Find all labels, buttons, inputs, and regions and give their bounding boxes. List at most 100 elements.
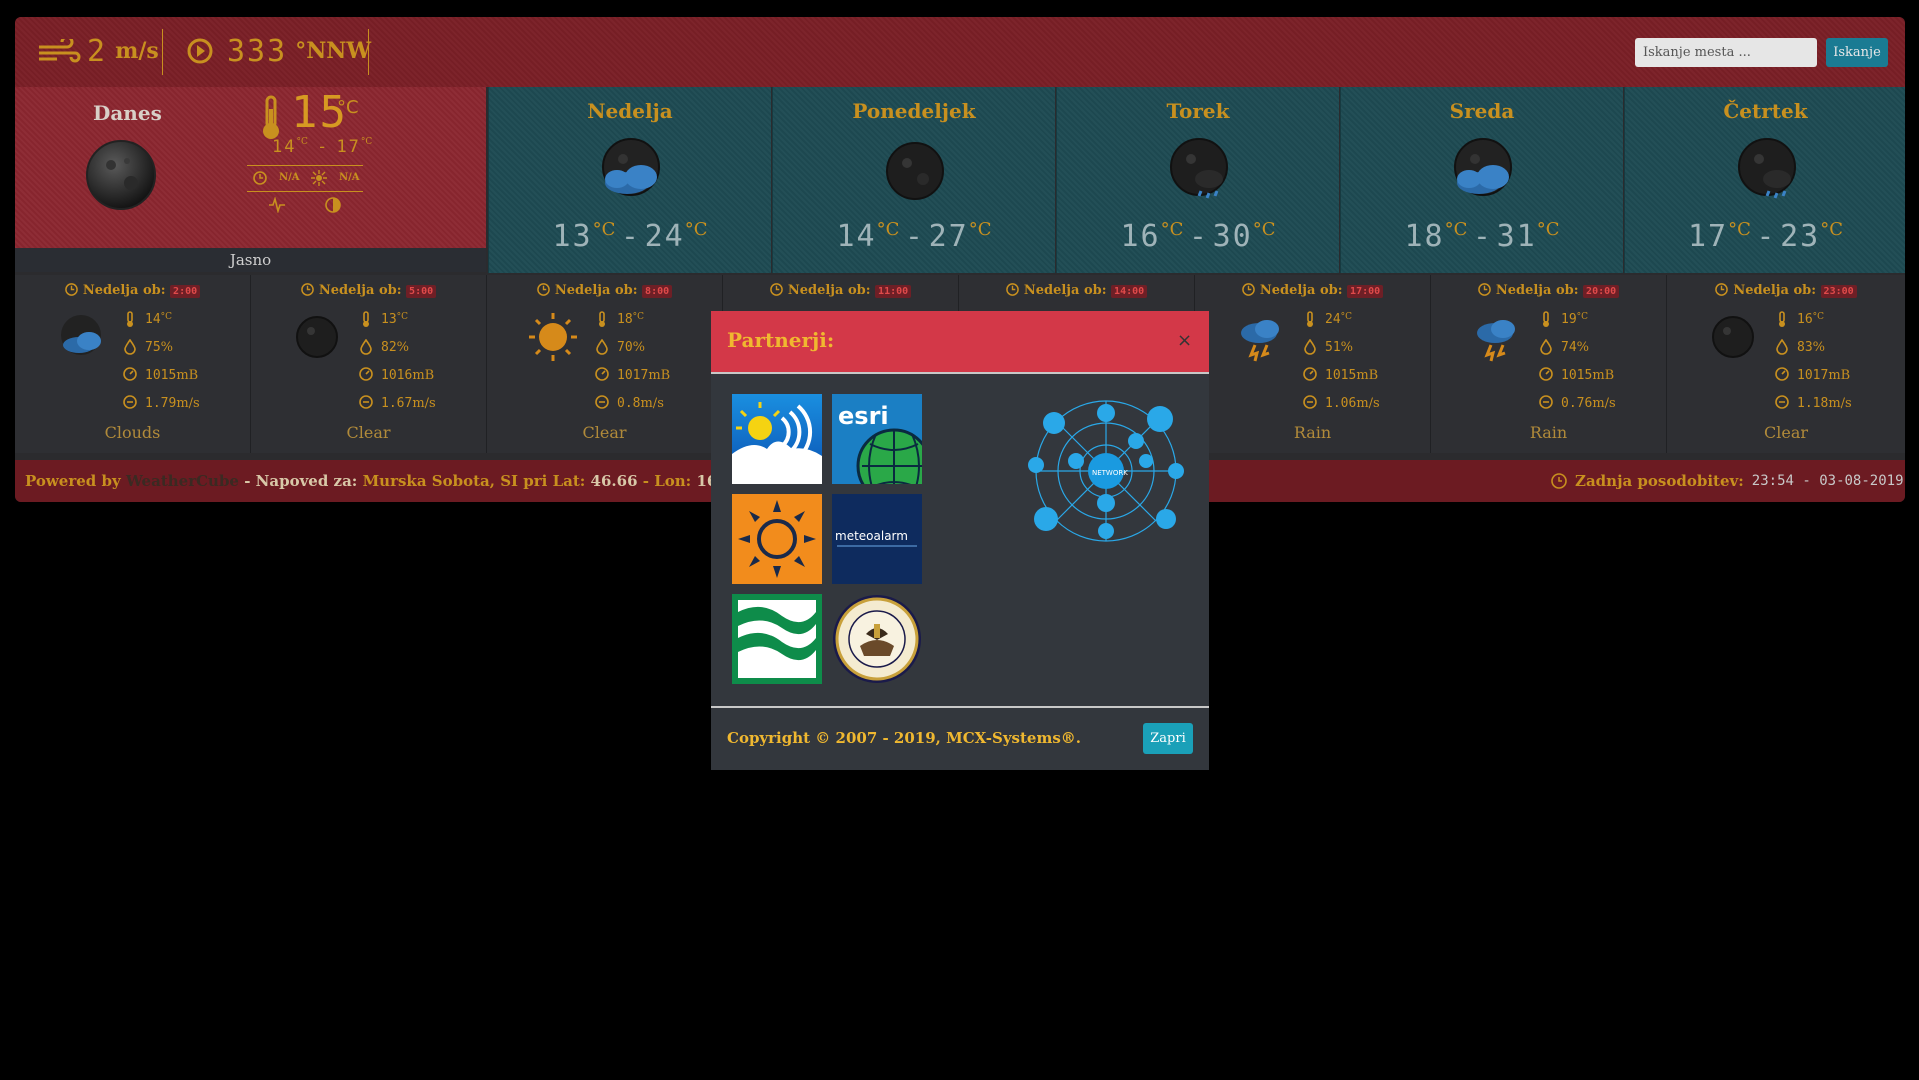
today-condition: Jasno: [15, 248, 486, 272]
hourly-hum-value: 83: [1797, 339, 1813, 355]
divider: [247, 165, 363, 166]
hourly-tile: Nedelja ob: 2:00 14°C 75% 1015mB 1.79m/s Clou…: [15, 275, 251, 453]
clouds-icon: [602, 138, 660, 196]
hourly-tile: Nedelja ob: 17:00 24°C 51% 1015mB 1.06m/s Rai…: [1195, 275, 1431, 453]
hourly-time-badge: 2:00: [170, 285, 201, 298]
hourly-temp-value: 16: [1797, 311, 1813, 327]
hourly-temp-value: 19: [1561, 311, 1577, 327]
wave-logo[interactable]: [732, 594, 822, 684]
today-panel: Danes 15 °C 14°C - 17°C N/A N/A: [15, 87, 486, 265]
hourly-wind-unit: m/s: [1592, 395, 1616, 411]
sun-logo[interactable]: [732, 494, 822, 584]
esri-text: esri: [838, 402, 889, 430]
close-button[interactable]: Zapri: [1143, 723, 1193, 754]
hourly-hum-unit: %: [1576, 339, 1590, 355]
divider: [162, 29, 163, 75]
meteoalarm-logo[interactable]: meteoalarm: [832, 494, 922, 584]
day-min-unit: °C: [1160, 219, 1184, 240]
wind-gauge-icon: [123, 395, 137, 409]
wind-icon: [39, 39, 81, 63]
clock-icon: [253, 171, 267, 185]
humidity-icon: [596, 339, 608, 355]
brand-link[interactable]: WeatherCube: [126, 472, 239, 490]
modal-header: Partnerji: ×: [711, 311, 1209, 374]
rain-icon: [1170, 138, 1228, 199]
search-button[interactable]: Iskanje: [1826, 38, 1888, 67]
wind-speed-unit: m/s: [115, 38, 159, 64]
range-separator: -: [1760, 219, 1771, 254]
hourly-pres-value: 1015: [145, 367, 177, 383]
day-max-unit: °C: [968, 219, 992, 240]
hourly-pres-value: 1015: [1325, 367, 1357, 383]
day-max: 30: [1212, 219, 1253, 254]
noaa-weather-logo[interactable]: [732, 394, 822, 484]
day-min-unit: °C: [1444, 219, 1468, 240]
hourly-condition: Rain: [1529, 423, 1568, 442]
us-navy-seal-logo[interactable]: [832, 594, 922, 684]
hourly-pres-row: 1017mB: [595, 367, 670, 383]
hourly-time-label: Nedelja ob: 8:00: [487, 283, 722, 298]
clock-icon: [1242, 283, 1255, 296]
pressure-icon: [1539, 367, 1553, 381]
day-min: 18: [1404, 219, 1445, 254]
today-max: 17: [336, 137, 361, 157]
day-name: Torek: [1166, 99, 1230, 123]
hourly-time-label: Nedelja ob: 17:00: [1195, 283, 1430, 298]
day-temp-range: 18°C - 31°C: [1341, 219, 1623, 254]
esri-logo[interactable]: esri: [832, 394, 922, 484]
hourly-temp-row: 14°C: [123, 311, 172, 327]
day-max: 31: [1496, 219, 1537, 254]
hourly-hum-value: 75: [145, 339, 161, 355]
thermometer-icon: [127, 311, 133, 327]
network-diagram-logo[interactable]: NETWORK: [1016, 391, 1196, 551]
wind-gauge-icon: [1775, 395, 1789, 409]
storm-icon: [1241, 320, 1279, 362]
forecast-day: Četrtek 17°C - 23°C: [1624, 87, 1905, 273]
thermometer-icon: [599, 311, 605, 327]
hourly-time-badge: 5:00: [406, 285, 437, 298]
hourly-time-badge: 11:00: [875, 285, 912, 298]
hourly-temp-unit: °C: [1576, 311, 1589, 322]
thermometer-icon: [363, 311, 369, 327]
hourly-hum-unit: %: [632, 339, 646, 355]
hourly-time-badge: 8:00: [642, 285, 673, 298]
hourly-temp-value: 14: [145, 311, 161, 327]
search-input[interactable]: [1635, 38, 1817, 67]
close-icon[interactable]: ×: [1177, 330, 1192, 351]
sunset-value: N/A: [339, 172, 360, 183]
pulse-icon: [269, 197, 285, 213]
hourly-wind-unit: m/s: [176, 395, 200, 411]
divider: [368, 29, 369, 75]
forecast-day: Torek 16°C - 30°C: [1056, 87, 1339, 273]
hourly-hum-value: 70: [617, 339, 633, 355]
hourly-wind-value: 1.06: [1325, 395, 1357, 411]
hourly-prefix: Nedelja ob:: [1023, 283, 1107, 298]
clock-icon: [1006, 283, 1019, 296]
hourly-temp-row: 19°C: [1539, 311, 1588, 327]
moon-icon: [1712, 316, 1754, 358]
footer-credits: Powered by WeatherCube - Napoved za: Mur…: [25, 460, 743, 502]
hourly-prefix: Nedelja ob:: [554, 283, 638, 298]
thermometer-icon: [263, 95, 279, 139]
longitude-label: - Lon:: [642, 472, 692, 490]
day-max-unit: °C: [1252, 219, 1276, 240]
hourly-temp-value: 13: [381, 311, 397, 327]
hourly-pres-value: 1016: [381, 367, 413, 383]
range-separator: -: [1476, 219, 1488, 254]
wind-gauge-icon: [595, 395, 609, 409]
hourly-temp-unit: °C: [1812, 311, 1825, 322]
sunrise-value: N/A: [279, 172, 300, 183]
hourly-condition: Clear: [1763, 423, 1808, 442]
hourly-pres-unit: mB: [1592, 367, 1615, 383]
wind-gauge-icon: [1303, 395, 1317, 409]
day-min: 14: [836, 219, 877, 254]
hourly-wind-value: 0.8: [617, 395, 641, 411]
sun-small-icon: [311, 170, 327, 186]
hourly-temp-unit: °C: [160, 311, 173, 322]
today-max-unit: °C: [360, 137, 373, 147]
hourly-temp-value: 18: [617, 311, 633, 327]
pressure-icon: [1775, 367, 1789, 381]
hourly-temp-row: 24°C: [1303, 311, 1352, 327]
day-min: 13: [552, 219, 593, 254]
divider: [247, 191, 363, 192]
